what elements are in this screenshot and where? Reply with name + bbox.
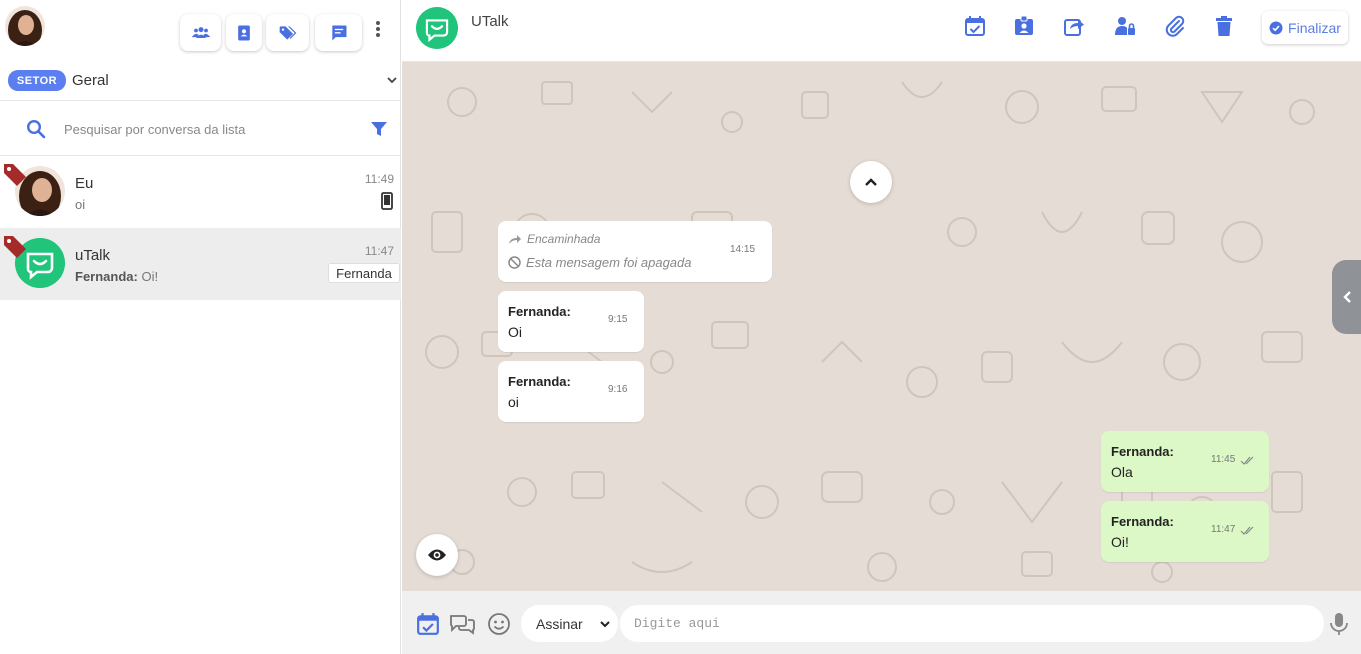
chevron-down-icon [387, 77, 397, 84]
message-sender: Fernanda: [1111, 444, 1174, 459]
calendar-check-icon[interactable] [416, 612, 440, 636]
message-bubble-outgoing[interactable]: Fernanda: Ola 11:45 [1101, 431, 1269, 492]
chat-panel: UTalk Finalizar Encaminhada Esta mensage… [402, 0, 1361, 654]
search-icon[interactable] [26, 119, 46, 139]
conversation-time: 11:47 [364, 244, 394, 258]
deleted-text: Esta mensagem foi apagada [526, 255, 692, 270]
message-bubble[interactable]: Fernanda: Oi 9:15 [498, 291, 644, 352]
message-bubble[interactable]: Fernanda: oi 9:16 [498, 361, 644, 422]
signature-select-value: Assinar [536, 615, 583, 632]
forward-icon [509, 234, 521, 244]
contacts-group-button[interactable] [180, 14, 221, 51]
message-sender: Fernanda: [508, 374, 571, 389]
visibility-toggle-button[interactable] [416, 534, 458, 576]
paperclip-icon[interactable] [1164, 15, 1186, 37]
message-sender: Fernanda: [1111, 514, 1174, 529]
search-input[interactable] [58, 115, 358, 143]
message-time: 14:15 [730, 244, 756, 255]
deleted-message: Esta mensagem foi apagada [508, 255, 692, 270]
eye-icon [428, 549, 446, 561]
mobile-icon [381, 192, 393, 210]
conversation-preview: Fernanda: Oi! [75, 269, 158, 284]
message-bubble-outgoing[interactable]: Fernanda: Oi! 11:47 [1101, 501, 1269, 562]
agent-badge: Fernanda [328, 263, 400, 283]
contact-card-icon [238, 25, 250, 40]
message-text: oi [508, 394, 519, 410]
messages-area: Encaminhada Esta mensagem foi apagada 14… [402, 62, 1361, 591]
check-circle-icon [1269, 21, 1283, 34]
message-time: 9:15 [608, 314, 628, 325]
message-text: Ola [1111, 464, 1133, 480]
sector-selector[interactable]: SETOR Geral [0, 62, 401, 101]
share-icon[interactable] [1063, 15, 1085, 37]
search-bar [0, 101, 401, 156]
scroll-up-button[interactable] [850, 161, 892, 203]
preview-sender: Fernanda: [75, 269, 138, 284]
chat-bubbles-icon[interactable] [449, 612, 476, 636]
side-panel-toggle[interactable] [1332, 260, 1361, 334]
conversation-name: uTalk [75, 247, 111, 264]
chevron-left-icon [1342, 291, 1351, 303]
sidebar-header [0, 0, 401, 62]
smile-icon[interactable] [487, 612, 511, 636]
preview-text: Oi! [141, 269, 159, 284]
finalize-label: Finalizar [1288, 19, 1341, 36]
chevron-down-icon [600, 621, 610, 628]
users-icon [191, 26, 210, 38]
tag-icon [4, 164, 26, 186]
tags-icon [279, 25, 296, 40]
conversation-name: Eu [75, 175, 94, 192]
message-time: 11:45 [1211, 454, 1236, 465]
message-time: 11:47 [1211, 524, 1236, 535]
badge-icon[interactable] [1013, 15, 1035, 37]
conversation-sidebar: SETOR Geral Eu oi 11:49 [0, 0, 401, 654]
chat-title: UTalk [471, 13, 509, 30]
kebab-menu-button[interactable] [370, 16, 386, 42]
ban-icon [508, 256, 521, 269]
message-bubble[interactable]: Encaminhada Esta mensagem foi apagada 14… [498, 221, 772, 282]
tags-button[interactable] [266, 14, 309, 51]
filter-icon[interactable] [370, 120, 388, 138]
message-input[interactable] [620, 605, 1324, 642]
message-text: Oi! [1111, 534, 1129, 550]
conversation-item-utalk[interactable]: uTalk Fernanda: Oi! 11:47 Fernanda [0, 228, 401, 300]
double-check-icon [1240, 526, 1254, 535]
microphone-icon[interactable] [1328, 612, 1350, 636]
forwarded-label: Encaminhada [508, 232, 600, 246]
message-composer: Assinar [402, 591, 1361, 654]
message-text: Oi [508, 324, 522, 340]
calendar-check-icon[interactable] [964, 15, 986, 37]
messages-button[interactable] [315, 14, 362, 51]
conversation-preview: oi [75, 197, 86, 212]
trash-icon[interactable] [1213, 15, 1235, 37]
sector-badge: SETOR [8, 70, 66, 91]
message-sender: Fernanda: [508, 304, 571, 319]
chat-avatar[interactable] [416, 7, 458, 49]
chat-header: UTalk Finalizar [402, 0, 1361, 62]
tag-icon [4, 236, 26, 258]
chevron-up-icon [865, 178, 877, 186]
kebab-menu-icon [376, 21, 380, 37]
double-check-icon [1240, 456, 1254, 465]
forwarded-text: Encaminhada [527, 232, 601, 246]
signature-select[interactable]: Assinar [521, 605, 618, 642]
finalize-button[interactable]: Finalizar [1262, 11, 1348, 44]
user-avatar[interactable] [5, 6, 45, 46]
user-lock-icon[interactable] [1114, 15, 1136, 37]
conversation-time: 11:49 [364, 172, 394, 186]
contact-card-button[interactable] [226, 14, 262, 51]
message-time: 9:16 [608, 384, 628, 395]
message-icon [331, 25, 346, 40]
conversation-item-eu[interactable]: Eu oi 11:49 [0, 156, 401, 228]
sector-value: Geral [72, 72, 109, 89]
